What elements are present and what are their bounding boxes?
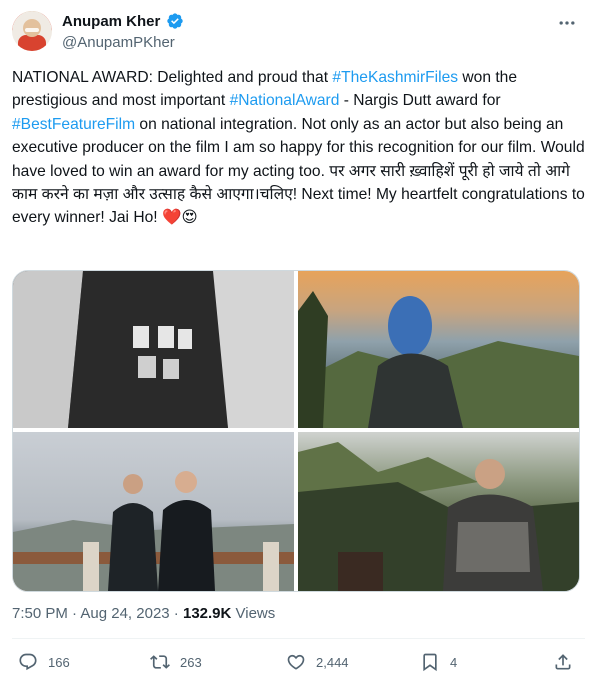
separator: · bbox=[169, 605, 183, 622]
tweet-text-segment: NATIONAL AWARD: Delighted and proud that bbox=[12, 69, 333, 86]
tweet-time[interactable]: 7:50 PM bbox=[12, 605, 68, 622]
author-name[interactable]: Anupam Kher bbox=[62, 13, 160, 30]
photo-4[interactable] bbox=[298, 432, 579, 591]
hashtag-link[interactable]: #TheKashmirFiles bbox=[332, 69, 458, 86]
photo-2[interactable] bbox=[298, 271, 579, 428]
tweet-text: NATIONAL AWARD: Delighted and proud that… bbox=[12, 66, 587, 230]
retweet-button[interactable]: 263 bbox=[150, 652, 202, 672]
views-count: 132.9K bbox=[182, 605, 232, 622]
heart-emoji: ❤️ bbox=[161, 209, 182, 227]
like-count: 2,444 bbox=[316, 654, 349, 670]
avatar[interactable] bbox=[12, 11, 52, 51]
hashtag-link[interactable]: #NationalAward bbox=[230, 92, 340, 109]
like-button[interactable]: 2,444 bbox=[286, 652, 349, 672]
tweet-date[interactable]: Aug 24, 2023 bbox=[80, 605, 169, 622]
reply-count: 166 bbox=[48, 654, 70, 670]
hashtag-link[interactable]: #BestFeatureFilm bbox=[12, 116, 135, 133]
photo-1[interactable] bbox=[13, 271, 294, 428]
bookmark-button[interactable]: 4 bbox=[420, 652, 457, 672]
retweet-count: 263 bbox=[180, 654, 202, 670]
share-icon bbox=[555, 654, 571, 670]
tweet-card: Anupam Kher @AnupamPKher NATIONAL AWARD:… bbox=[0, 0, 597, 685]
reply-button[interactable]: 166 bbox=[18, 652, 70, 672]
reply-icon bbox=[19, 653, 37, 671]
author-handle[interactable]: @AnupamPKher bbox=[62, 34, 175, 51]
photo-3[interactable] bbox=[13, 432, 294, 591]
bookmark-icon bbox=[423, 653, 437, 672]
divider bbox=[12, 638, 585, 639]
timestamp-row: 7:50 PM · Aug 24, 2023 · 132.9K Views bbox=[12, 605, 275, 622]
more-icon[interactable] bbox=[554, 10, 580, 36]
like-icon bbox=[287, 654, 305, 670]
media-grid bbox=[12, 270, 580, 592]
tweet-text-segment: - Nargis Dutt award for bbox=[339, 92, 505, 110]
retweet-icon bbox=[150, 655, 170, 669]
share-button[interactable] bbox=[553, 652, 573, 672]
views-label: Views bbox=[231, 605, 276, 622]
heart-eyes-emoji: 😍 bbox=[181, 209, 198, 227]
separator: · bbox=[67, 605, 81, 622]
bookmark-count: 4 bbox=[450, 654, 458, 670]
verified-badge-icon bbox=[167, 13, 183, 29]
